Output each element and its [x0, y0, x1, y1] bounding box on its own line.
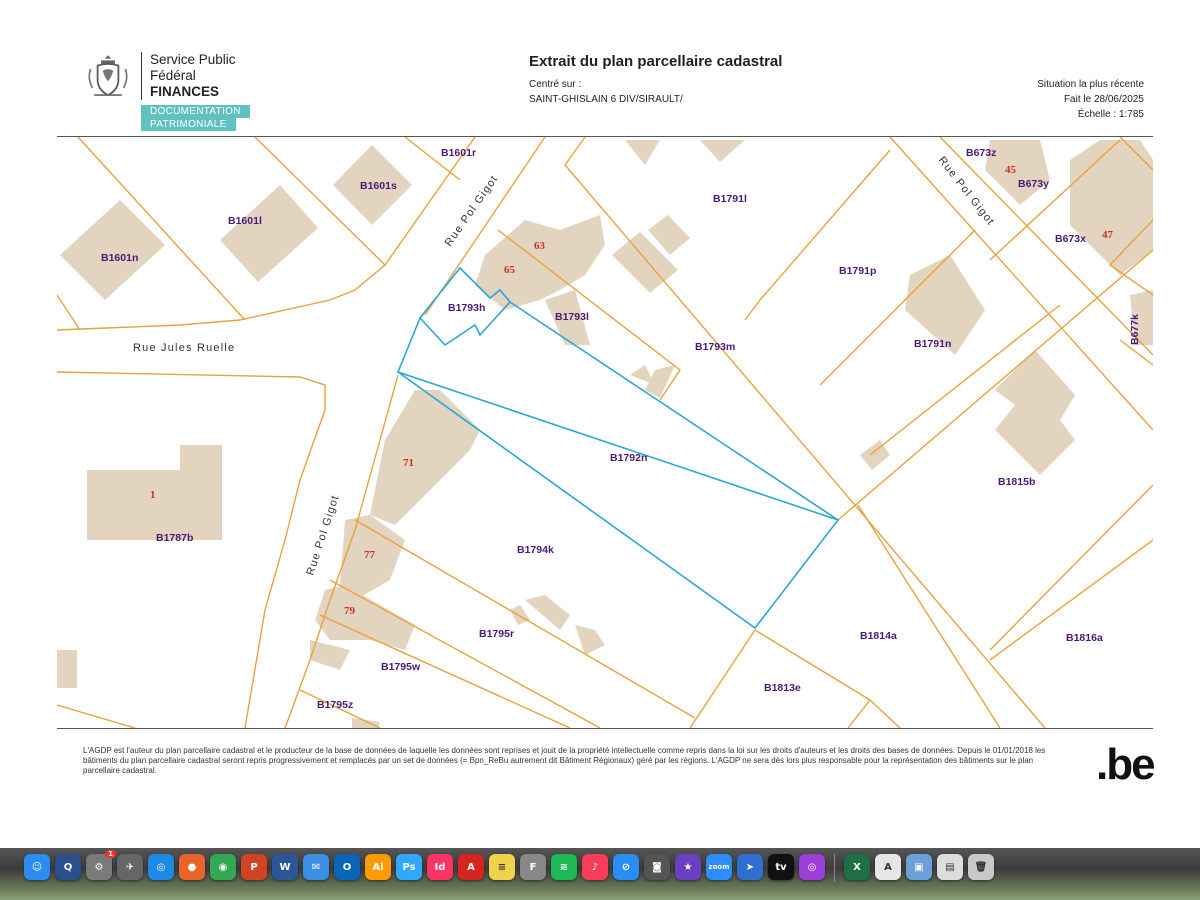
parcel-label: B1793m — [695, 341, 735, 353]
parcel-label: B1601r — [441, 147, 476, 159]
launchpad-icon[interactable]: ✈ — [117, 854, 143, 880]
chrome-icon[interactable]: ◉ — [210, 854, 236, 880]
transmit-icon[interactable]: ➤ — [737, 854, 763, 880]
dock-separator — [834, 854, 835, 882]
trash-icon[interactable]: 🗑 — [968, 854, 994, 880]
parcel-label: B673x — [1055, 233, 1086, 245]
house-number: 77 — [364, 549, 376, 561]
parcel-label: B1601l — [228, 215, 262, 227]
house-number: 71 — [403, 457, 414, 469]
be-logo: .be — [1096, 740, 1156, 789]
parcel-label: B673z — [966, 147, 996, 159]
photoshop-icon[interactable]: Ps — [396, 854, 422, 880]
powerpoint-icon[interactable]: P — [241, 854, 267, 880]
house-number: 63 — [534, 240, 546, 252]
notes-icon[interactable]: ≡ — [489, 854, 515, 880]
parcel-label: B1795z — [317, 699, 353, 711]
map-bottom-border — [57, 728, 1153, 729]
street-name: Rue Pol Gigot — [443, 173, 501, 249]
app-store-icon[interactable]: ⊘ — [613, 854, 639, 880]
quicktime-icon[interactable]: Q — [55, 854, 81, 880]
podcasts-icon[interactable]: ◎ — [799, 854, 825, 880]
centered-location: SAINT-GHISLAIN 6 DIV/SIRAULT/ — [529, 94, 683, 105]
screenshot-icon[interactable]: ◙ — [644, 854, 670, 880]
house-number: 1 — [150, 489, 156, 501]
street-name: Rue Pol Gigot — [304, 493, 341, 577]
house-number: 45 — [1005, 164, 1017, 176]
parcel-label: B1816a — [1066, 632, 1103, 644]
word-icon[interactable]: W — [272, 854, 298, 880]
house-number: 79 — [344, 605, 356, 617]
disclaimer-text: L'AGDP est l'auteur du plan parcellaire … — [83, 746, 1046, 775]
parcel-label: B1787b — [156, 532, 193, 544]
imovie-icon[interactable]: ★ — [675, 854, 701, 880]
font-book-icon[interactable]: F — [520, 854, 546, 880]
parcel-label: B1601s — [360, 180, 397, 192]
parcel-label: B1794k — [517, 544, 554, 556]
org-line-2: Fédéral — [150, 68, 196, 83]
parcel-label: B1814a — [860, 630, 897, 642]
parcel-label: B673y — [1018, 178, 1049, 190]
date-text: Fait le 28/06/2025 — [1063, 94, 1144, 105]
finder-icon[interactable]: ☺ — [24, 854, 50, 880]
parcel-label: B677k — [1129, 314, 1141, 345]
mail-icon[interactable]: ✉ — [303, 854, 329, 880]
org-line-3: FINANCES — [150, 84, 220, 99]
acrobat-icon[interactable]: A — [458, 854, 484, 880]
parcel-label: B1791l — [713, 193, 747, 205]
parcel-label: B1791p — [839, 265, 876, 277]
parcel-label: B1793h — [448, 302, 485, 314]
belgian-coat-of-arms-logo — [88, 55, 128, 97]
parcel-label: B1815b — [998, 476, 1035, 488]
street-name: Rue Jules Ruelle — [133, 342, 235, 354]
parcel-label: B1813e — [764, 682, 801, 694]
centered-label: Centré sur : — [529, 79, 582, 90]
cadastral-map-svg: B1601r B1601s B1601l B1601n B1791l B673z… — [57, 137, 1153, 728]
document-icon[interactable]: ▤ — [937, 854, 963, 880]
notification-badge: 1 — [105, 850, 116, 858]
house-number: 47 — [1102, 229, 1114, 241]
organization-name: Service Public Fédéral FINANCES — [150, 52, 236, 100]
house-number: 65 — [504, 264, 516, 276]
outlook-icon[interactable]: O — [334, 854, 360, 880]
cadastral-map[interactable]: B1601r B1601s B1601l B1601n B1791l B673z… — [57, 137, 1153, 728]
firefox-icon[interactable]: ● — [179, 854, 205, 880]
badge-patrimoniale: PATRIMONIALE — [141, 118, 236, 131]
parcel-label: B1601n — [101, 252, 138, 264]
safari-icon[interactable]: ◎ — [148, 854, 174, 880]
buildings — [57, 140, 1153, 728]
badge-documentation: DOCUMENTATION — [141, 105, 250, 118]
spotify-icon[interactable]: ≋ — [551, 854, 577, 880]
apple-tv-icon[interactable]: tv — [768, 854, 794, 880]
parcel-label: B1795r — [479, 628, 514, 640]
zoom-icon[interactable]: zoom — [706, 854, 732, 880]
parcel-label: B1791n — [914, 338, 951, 350]
excel-icon[interactable]: X — [844, 854, 870, 880]
preview-icon[interactable]: ▣ — [906, 854, 932, 880]
music-icon[interactable]: ♪ — [582, 854, 608, 880]
textedit-icon[interactable]: A — [875, 854, 901, 880]
header-divider — [141, 52, 142, 100]
scale-text: Échelle : 1:785 — [1077, 109, 1144, 120]
parcel-label: B1792n — [610, 452, 647, 464]
dock-icons: ☺ Q ⚙ 1 ✈ ◎ ● ◉ P W ✉ O Ai Ps Id A ≡ F ≋ ♪ ⊘ ◙ ★ zoom ➤ tv ◎ X A ▣ ▤ 🗑 — [24, 850, 994, 882]
indesign-icon[interactable]: Id — [427, 854, 453, 880]
illustrator-icon[interactable]: Ai — [365, 854, 391, 880]
macos-dock: ☺ Q ⚙ 1 ✈ ◎ ● ◉ P W ✉ O Ai Ps Id A ≡ F ≋ ♪ ⊘ ◙ ★ zoom ➤ tv ◎ X A ▣ ▤ 🗑 — [0, 848, 1200, 900]
parcel-label: B1795w — [381, 661, 421, 673]
parcel-label: B1793l — [555, 311, 589, 323]
org-line-1: Service Public — [150, 52, 236, 67]
situation-text: Situation la plus récente — [1037, 79, 1144, 90]
system-preferences-icon[interactable]: ⚙ 1 — [86, 850, 116, 880]
page-title: Extrait du plan parcellaire cadastral — [529, 53, 783, 70]
